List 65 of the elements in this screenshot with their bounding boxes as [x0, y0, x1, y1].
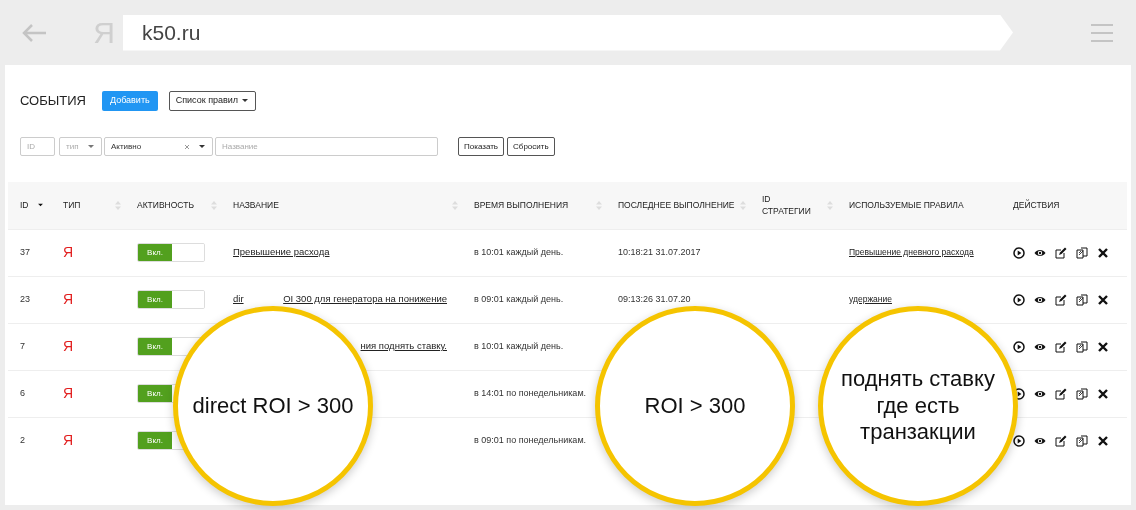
copy-icon[interactable] [1076, 340, 1088, 353]
edit-icon[interactable] [1055, 387, 1067, 400]
callout-text: ROI > 300 [644, 392, 746, 420]
id-text: 23 [20, 293, 30, 304]
schedule-text: в 14:01 по понедельникам. [474, 387, 587, 398]
id-text: 2 [20, 435, 25, 445]
rules-dropdown[interactable]: Список правил [168, 91, 256, 111]
close-icon[interactable] [1097, 434, 1109, 447]
copy-icon[interactable] [1076, 387, 1088, 400]
last-run-text: 09:13:26 31.07.20 [618, 293, 691, 304]
callout-text: поднять ставку где есть транзакции [840, 366, 996, 446]
column-header: ПОСЛЕДНЕЕ ВЫПОЛНЕНИЕ [618, 198, 735, 212]
close-icon[interactable] [1097, 340, 1109, 353]
close-icon[interactable] [1097, 387, 1109, 400]
address-bar[interactable]: k50.ru [123, 14, 1013, 51]
schedule-text: в 09:01 каждый день. [474, 293, 564, 304]
column-header: ДЕЙСТВИЯ [1013, 198, 1060, 212]
column-header: ТИП [63, 198, 81, 212]
type-logo: Я [63, 432, 74, 449]
type-logo: Я [63, 244, 74, 260]
schedule-text: в 09:01 по понедельникам. [474, 435, 587, 445]
edit-icon[interactable] [1055, 246, 1067, 259]
id-text: 7 [20, 340, 25, 351]
id-text: 6 [20, 387, 25, 398]
type-logo: Я [63, 338, 74, 354]
column-header: ИСПОЛЬЗУЕМЫЕ ПРАВИЛА [849, 198, 964, 212]
caret-icon [198, 144, 206, 149]
clear-icon[interactable] [184, 143, 190, 150]
edit-icon[interactable] [1055, 434, 1067, 447]
name-field[interactable]: Название [215, 137, 438, 156]
column-header: АКТИВНОСТЬ [137, 198, 194, 212]
type-logo: Я [63, 291, 74, 307]
last-run-text: 10:18:21 31.07.2017 [618, 246, 701, 257]
play-icon[interactable] [1013, 246, 1025, 259]
column-header: ID [20, 198, 29, 212]
close-icon[interactable] [1097, 246, 1109, 259]
schedule-text: в 10:01 каждый день. [474, 246, 564, 257]
column-header: ВРЕМЯ ВЫПОЛНЕНИЯ [474, 198, 569, 212]
event-link[interactable]: OI 300 для генератора на понижение [283, 292, 447, 307]
column-header: ID СТРАТЕГИИ [762, 192, 812, 218]
type-logo: Я [63, 385, 74, 401]
reset-button[interactable]: Сбросить [507, 137, 555, 156]
play-icon[interactable] [1013, 340, 1025, 353]
play-icon[interactable] [1013, 293, 1025, 306]
id-text: 37 [20, 246, 30, 257]
activity-select[interactable]: Активно [104, 137, 213, 156]
show-button[interactable]: Показать [458, 137, 504, 156]
page-title: СОБЫТИЯ [20, 92, 86, 111]
rule-link[interactable]: удержание [849, 293, 892, 304]
play-icon[interactable] [1013, 434, 1025, 447]
sort-desc-icon[interactable] [37, 203, 44, 208]
edit-icon[interactable] [1055, 293, 1067, 306]
caret-icon [87, 144, 95, 149]
copy-icon[interactable] [1076, 293, 1088, 306]
copy-icon[interactable] [1076, 246, 1088, 259]
edit-icon[interactable] [1055, 340, 1067, 353]
id-field[interactable]: ID [20, 137, 55, 156]
event-link[interactable]: dir [233, 292, 244, 307]
close-icon[interactable] [1097, 293, 1109, 306]
event-link[interactable]: Превышение расхода [233, 245, 330, 260]
column-header: НАЗВАНИЕ [233, 198, 279, 212]
copy-icon[interactable] [1076, 434, 1088, 447]
schedule-text: в 10:01 каждый день. [474, 340, 564, 351]
rule-link[interactable]: Превышение дневного расхода [849, 246, 974, 257]
caret-icon [240, 98, 249, 104]
